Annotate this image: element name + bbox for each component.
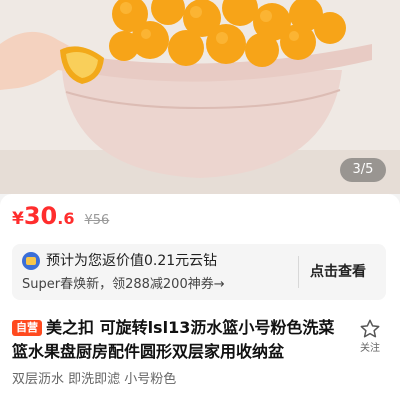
original-price: ¥56 [84, 213, 110, 228]
promo-banner[interactable]: 预计为您返价值0.21元云钻 Super春焕新，领288减200神券→ 点击查看 [12, 244, 386, 300]
price-decimal: .6 [57, 209, 75, 228]
coin-icon [22, 252, 40, 270]
product-image[interactable]: 3/5 [0, 0, 400, 194]
price-currency: ¥ [12, 209, 24, 229]
rebate-text: 预计为您返价值0.21元云钻 [46, 253, 218, 269]
product-title-text: 美之扣 可旋转lsl13沥水篮小号粉色洗菜篮水果盘厨房配件圆形双层家用收纳盆 [12, 318, 335, 361]
favorite-label: 关注 [360, 343, 380, 354]
product-title: 自营 美之扣 可旋转lsl13沥水篮小号粉色洗菜篮水果盘厨房配件圆形双层家用收纳盆 [12, 316, 342, 364]
product-info-card: ¥ 30 .6 ¥56 预计为您返价值0.21元云钻 Super春焕新，领288… [0, 194, 400, 400]
coupon-text[interactable]: Super春焕新，领288减200神券→ [22, 274, 225, 296]
view-details-link[interactable]: 点击查看 [310, 262, 366, 282]
price-row: ¥ 30 .6 ¥56 [12, 202, 109, 234]
product-tags: 双层沥水 即洗即滤 小号粉色 [12, 372, 177, 387]
promo-divider [298, 256, 299, 288]
star-outline-icon [360, 319, 380, 338]
price-integer: 30 [23, 202, 58, 230]
self-operated-badge: 自营 [12, 320, 42, 336]
favorite-button[interactable]: 关注 [354, 318, 386, 362]
image-page-indicator: 3/5 [340, 158, 386, 182]
